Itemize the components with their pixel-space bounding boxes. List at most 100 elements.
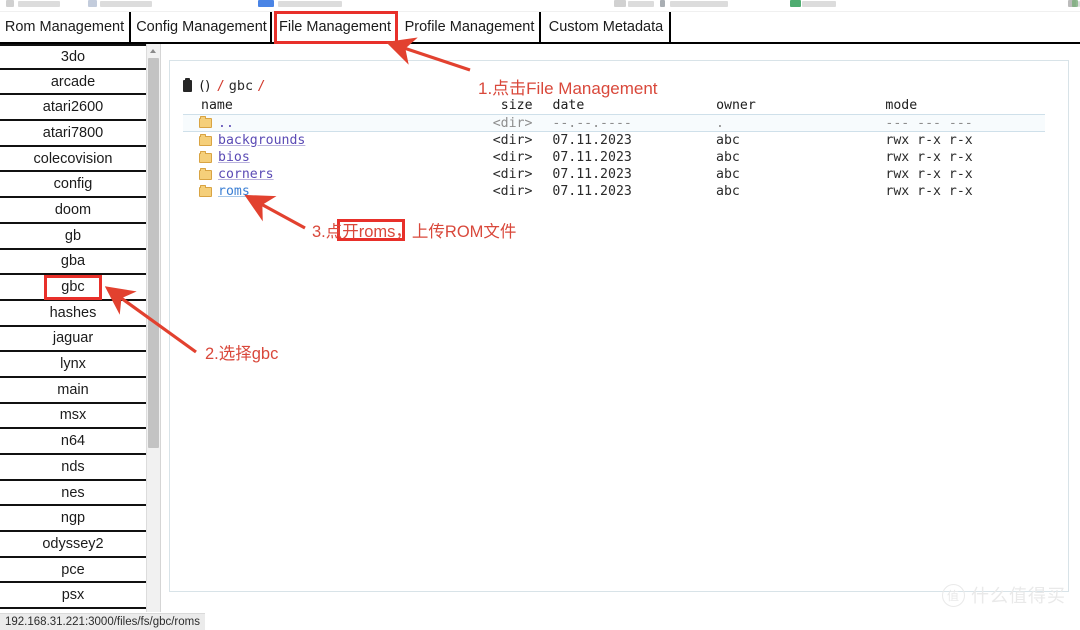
cell-date: 07.11.2023	[552, 133, 632, 148]
sidebar-item-main[interactable]: main	[0, 377, 146, 404]
watermark: 值 什么值得买	[942, 582, 1066, 608]
sidebar-item-jaguar[interactable]: jaguar	[0, 326, 146, 353]
bookmark-label-2[interactable]	[278, 1, 342, 7]
sidebar-item-atari7800[interactable]: atari7800	[0, 121, 146, 147]
file-manager-panel: () / gbc / name size date owner mode.. <dir> -…	[160, 44, 1080, 612]
column-header-mode[interactable]: mode	[885, 98, 1045, 113]
sidebar-item-n64[interactable]: n64	[0, 429, 146, 455]
cell-name[interactable]: corners	[183, 167, 460, 182]
bookmark-label-3[interactable]	[628, 1, 654, 7]
bookmark-label-4[interactable]	[670, 1, 728, 7]
cell-name[interactable]: backgrounds	[183, 133, 460, 148]
column-header-name[interactable]: name	[183, 98, 460, 113]
folder-icon	[199, 150, 212, 163]
cell-owner: .	[716, 115, 724, 131]
cell-owner: abc	[716, 184, 740, 199]
cell-name[interactable]: bios	[183, 150, 460, 165]
refresh-icon[interactable]: ()	[198, 79, 212, 94]
sidebar-item-gb[interactable]: gb	[0, 223, 146, 250]
annotation-step-2: 2.选择gbc	[205, 345, 279, 363]
tab-bar: Rom Management Config Management File Mana…	[0, 12, 1080, 42]
bookmark-icon-5[interactable]	[790, 0, 801, 7]
bookmark-icon-0[interactable]	[6, 0, 14, 7]
watermark-text: 什么值得买	[971, 586, 1066, 607]
path-current-folder[interactable]: gbc	[229, 78, 253, 94]
sidebar-item-gba[interactable]: gba	[0, 249, 146, 276]
bookmark-icon-1[interactable]	[88, 0, 97, 7]
sidebar-item-atari2600[interactable]: atari2600	[0, 95, 146, 122]
cell-size: <dir>	[492, 184, 533, 199]
file-table: name size date owner mode.. <dir> --.--.----. -…	[183, 96, 1045, 200]
cell-mode: rwx r-x r-x	[885, 184, 973, 199]
tab-profile-management[interactable]: Profile Management	[400, 12, 541, 42]
cell-owner: abc	[716, 167, 740, 182]
cell-size: <dir>	[492, 115, 533, 131]
cell-mode: rwx r-x r-x	[885, 133, 973, 148]
tab-rom-management[interactable]: Rom Management	[0, 12, 131, 42]
clipboard-icon[interactable]	[183, 77, 192, 92]
bookmark-icon-2[interactable]	[258, 0, 274, 7]
status-bar: 192.168.31.221:3000/files/fs/gbc/roms	[0, 613, 205, 630]
bookmark-icon-3[interactable]	[614, 0, 626, 7]
folder-icon	[199, 184, 212, 197]
sidebar-item-nes[interactable]: nes	[0, 480, 146, 507]
sidebar-item-colecovision[interactable]: colecovision	[0, 146, 146, 173]
cell-name[interactable]: ..	[183, 116, 460, 131]
table-row[interactable]: backgrounds <dir> 07.11.2023 abc rwx r-x r-x	[183, 132, 1045, 149]
sidebar-item-hashes[interactable]: hashes	[0, 300, 146, 327]
bookmark-label-1[interactable]	[100, 1, 152, 7]
sidebar-item-msx[interactable]: msx	[0, 403, 146, 430]
table-row[interactable]: roms <dir> 07.11.2023 abc rwx r-x r-x	[183, 183, 1045, 200]
column-header-size[interactable]: size	[460, 98, 533, 113]
sidebar-scrollbar[interactable]	[146, 44, 160, 612]
breadcrumb-path[interactable]: () / gbc /	[183, 77, 266, 94]
folder-icon	[199, 133, 212, 146]
tab-custom-metadata[interactable]: Custom Metadata	[543, 12, 671, 42]
cell-mode: --- --- ---	[885, 115, 973, 131]
sidebar-item-pce[interactable]: pce	[0, 557, 146, 584]
cell-name[interactable]: roms	[183, 184, 460, 199]
file-name-link[interactable]: roms	[218, 184, 250, 199]
cell-size: <dir>	[492, 167, 533, 182]
file-name-link[interactable]: bios	[218, 150, 250, 165]
bookmark-icon-4[interactable]	[660, 0, 665, 7]
sidebar-item-psx[interactable]: psx	[0, 583, 146, 610]
table-row[interactable]: bios <dir> 07.11.2023 abc rwx r-x r-x	[183, 149, 1045, 166]
cell-owner: abc	[716, 150, 740, 165]
sidebar-item-doom[interactable]: doom	[0, 198, 146, 224]
table-row[interactable]: .. <dir> --.--.----. --- --- ---	[183, 114, 1045, 132]
annotation-step-1: 1.点击File Management	[478, 79, 658, 98]
cell-mode: rwx r-x r-x	[885, 167, 973, 182]
cell-date: 07.11.2023	[552, 184, 632, 199]
sidebar-item-lynx[interactable]: lynx	[0, 352, 146, 378]
sidebar-item-arcade[interactable]: arcade	[0, 69, 146, 96]
column-header-date[interactable]: date	[533, 98, 713, 113]
sidebar-item-nds[interactable]: nds	[0, 455, 146, 481]
path-separator-trailing: /	[257, 78, 266, 94]
file-name-link[interactable]: backgrounds	[218, 133, 305, 148]
file-name-link[interactable]: ..	[218, 116, 234, 131]
table-row[interactable]: corners <dir> 07.11.2023 abc rwx r-x r-x	[183, 166, 1045, 183]
file-management-tab-highlight-box	[274, 11, 398, 44]
sidebar-scrollbar-thumb[interactable]	[148, 58, 159, 448]
browser-bookmarks-strip	[0, 0, 1080, 11]
sidebar-item-config[interactable]: config	[0, 172, 146, 199]
cell-date: 07.11.2023	[552, 150, 632, 165]
cell-owner: abc	[716, 133, 740, 148]
folder-icon	[199, 167, 212, 180]
cell-size: <dir>	[492, 133, 533, 148]
folder-icon	[199, 116, 212, 128]
scroll-up-arrow-icon[interactable]	[147, 44, 160, 57]
bookmark-label-5[interactable]	[802, 1, 836, 7]
gbc-highlight-box	[44, 275, 102, 300]
sidebar-item-odyssey2[interactable]: odyssey2	[0, 532, 146, 558]
bookmark-label-0[interactable]	[18, 1, 60, 7]
platform-list-sidebar[interactable]: 3do arcade atari2600 atari7800 colecovision c…	[0, 44, 146, 612]
cell-mode: rwx r-x r-x	[885, 150, 973, 165]
sidebar-item-ngp[interactable]: ngp	[0, 506, 146, 533]
status-bar-url: 192.168.31.221:3000/files/fs/gbc/roms	[5, 616, 200, 628]
sidebar-item-3do[interactable]: 3do	[0, 44, 146, 70]
file-name-link[interactable]: corners	[218, 167, 274, 182]
column-header-owner[interactable]: owner	[712, 98, 885, 113]
tab-config-management[interactable]: Config Management	[133, 12, 272, 42]
